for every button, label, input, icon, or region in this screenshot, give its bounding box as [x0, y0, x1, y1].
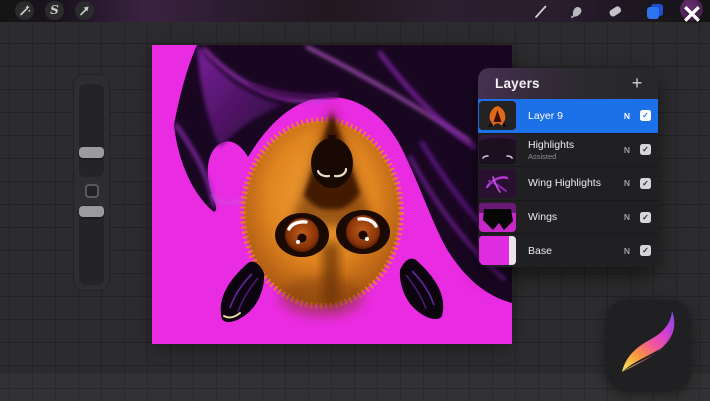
blend-mode-button[interactable]: N: [620, 111, 634, 121]
stacked-squares-icon: [646, 3, 664, 20]
modify-button[interactable]: [85, 184, 99, 198]
layer-visibility-checkbox[interactable]: ✓: [640, 178, 651, 189]
smudge-button[interactable]: [567, 1, 587, 21]
bat-head-thumb: [479, 101, 516, 130]
layer-thumbnail[interactable]: [479, 169, 516, 198]
layer-visibility-checkbox[interactable]: ✓: [640, 110, 651, 121]
selection-s-icon: S: [50, 4, 59, 16]
procreate-window: S: [0, 0, 710, 401]
layer-name: Layer 9: [528, 110, 620, 122]
layer-row-layer-9[interactable]: Layer 9 N ✓: [478, 99, 658, 133]
layer-subtitle: Assisted: [528, 152, 620, 161]
layers-list: Layer 9 N ✓ Highlights Assisted: [478, 99, 658, 267]
transform-button[interactable]: [75, 1, 94, 20]
paintbrush-icon: [533, 4, 548, 19]
magic-wand-icon: [18, 4, 31, 17]
brush-button[interactable]: [530, 1, 550, 21]
blend-mode-button[interactable]: N: [620, 145, 634, 155]
layer-thumbnail[interactable]: [479, 101, 516, 130]
layer-visibility-checkbox[interactable]: ✓: [640, 212, 651, 223]
layer-row-highlights[interactable]: Highlights Assisted N ✓: [478, 133, 658, 167]
layer-row-base[interactable]: Base N ✓: [478, 233, 658, 267]
eraser-icon: [607, 3, 623, 19]
brush-size-slider[interactable]: [79, 84, 104, 177]
smudge-finger-icon: [569, 3, 585, 19]
layer-name: Base: [528, 245, 620, 257]
eye-highlights-thumb: [479, 135, 516, 164]
procreate-brush-stroke-icon: [606, 300, 691, 391]
layer-row-wing-highlights[interactable]: Wing Highlights N ✓: [478, 166, 658, 200]
opacity-slider[interactable]: [79, 205, 104, 285]
layers-panel: Layers + Layer 9 N ✓: [478, 68, 658, 267]
add-layer-button[interactable]: +: [626, 72, 648, 94]
close-button[interactable]: ✕: [678, 1, 706, 29]
opacity-handle[interactable]: [79, 206, 104, 217]
layer-thumbnail[interactable]: [479, 203, 516, 232]
brush-sidebar: [74, 75, 109, 290]
layer-thumbnail[interactable]: [479, 135, 516, 164]
workspace-bottom-strip: [0, 374, 710, 401]
blend-mode-button[interactable]: N: [620, 246, 634, 256]
layers-panel-header: Layers +: [478, 68, 658, 99]
adjustments-button[interactable]: [15, 1, 34, 20]
procreate-logo: [606, 300, 691, 391]
layer-name: Wing Highlights: [528, 177, 620, 189]
erase-button[interactable]: [605, 1, 625, 21]
drawing-canvas[interactable]: [152, 45, 512, 344]
layer-visibility-checkbox[interactable]: ✓: [640, 245, 651, 256]
layer-name: Highlights: [528, 139, 620, 151]
top-toolbar: S: [0, 0, 710, 22]
layer-thumbnail[interactable]: [479, 236, 516, 265]
black-wings-thumb: [479, 203, 516, 232]
brush-size-handle[interactable]: [79, 147, 104, 158]
layer-row-wings[interactable]: Wings N ✓: [478, 200, 658, 234]
bat-artwork: [152, 45, 512, 344]
blend-mode-button[interactable]: N: [620, 178, 634, 188]
layer-name: Wings: [528, 211, 620, 223]
blend-mode-button[interactable]: N: [620, 212, 634, 222]
layers-button[interactable]: [645, 1, 665, 21]
cursor-arrow-icon: [78, 4, 91, 17]
layers-title: Layers: [495, 76, 540, 91]
purple-strokes-thumb: [479, 169, 516, 198]
magenta-fill-thumb: [479, 236, 516, 265]
layer-visibility-checkbox[interactable]: ✓: [640, 144, 651, 155]
selection-button[interactable]: S: [45, 1, 64, 20]
